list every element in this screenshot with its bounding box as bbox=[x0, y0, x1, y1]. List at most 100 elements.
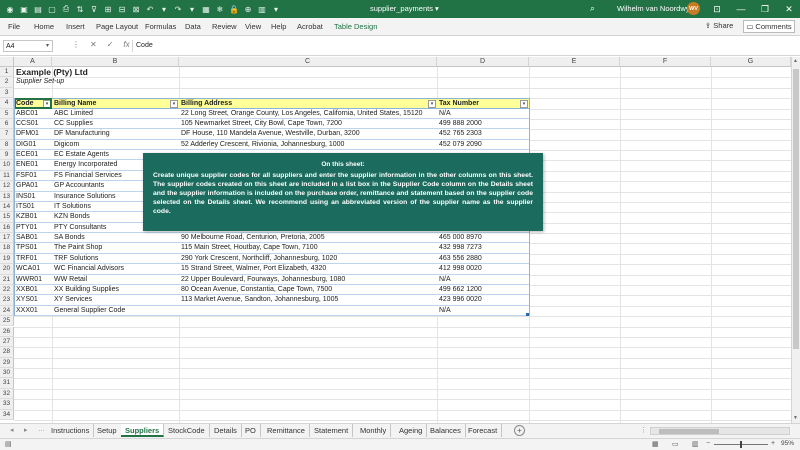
table-cell[interactable]: ITS01 bbox=[14, 201, 52, 213]
scroll-up-icon[interactable]: ▲ bbox=[793, 58, 798, 64]
tab-help[interactable]: Help bbox=[271, 22, 286, 31]
zoom-in-icon[interactable]: + bbox=[771, 440, 775, 447]
sheet-tab[interactable]: Suppliers bbox=[121, 424, 165, 437]
row-header[interactable]: 16 bbox=[0, 222, 14, 234]
restore-icon[interactable]: ❐ bbox=[758, 2, 772, 16]
sheet-subtitle[interactable]: Supplier Set-up bbox=[14, 77, 437, 87]
row-header[interactable]: 2 bbox=[0, 77, 14, 88]
table-cell[interactable]: The Paint Shop bbox=[52, 243, 179, 254]
sheet-tab[interactable]: Forecast bbox=[464, 424, 503, 437]
zoom-level[interactable]: 95% bbox=[781, 440, 794, 447]
sheet-tab[interactable]: Statement bbox=[310, 424, 354, 437]
redo-dropdown-icon[interactable]: ▾ bbox=[186, 3, 198, 15]
table-cell[interactable]: XXX01 bbox=[14, 305, 52, 317]
table-cell[interactable]: 499 888 2000 bbox=[437, 118, 529, 130]
macro-record-icon[interactable]: ▤ bbox=[5, 440, 12, 448]
share-button[interactable]: ⇪ Share bbox=[705, 21, 733, 30]
table-header-cell[interactable]: Billing Address ▾ bbox=[179, 98, 437, 109]
row-header[interactable]: 29 bbox=[0, 357, 14, 368]
row-header[interactable]: 12 bbox=[0, 181, 14, 192]
row-header[interactable]: 30 bbox=[0, 368, 14, 379]
spreadsheet-grid[interactable]: ABCDEFG 1 2 3 4 5 6 7 8 9 10 11 12 13 14 15 16 17 18 19 20 2… bbox=[0, 57, 791, 423]
table-cell[interactable]: KZB01 bbox=[14, 212, 52, 223]
table-header-cell[interactable]: Tax Number ▾ bbox=[437, 98, 529, 109]
close-icon[interactable]: ✕ bbox=[782, 2, 796, 16]
table-cell[interactable]: DIG01 bbox=[14, 139, 52, 151]
row-header[interactable]: 26 bbox=[0, 326, 14, 337]
row-header[interactable]: 4 bbox=[0, 98, 14, 109]
column-header[interactable]: D bbox=[437, 57, 529, 67]
table-cell[interactable]: FSF01 bbox=[14, 170, 52, 182]
row-header[interactable]: 6 bbox=[0, 118, 14, 130]
undo-icon[interactable]: ↶ bbox=[144, 3, 156, 15]
tab-file[interactable]: File bbox=[8, 22, 20, 31]
row-header[interactable]: 31 bbox=[0, 378, 14, 389]
row-header[interactable]: 24 bbox=[0, 305, 14, 317]
table-cell[interactable]: WCA01 bbox=[14, 264, 52, 275]
horizontal-scroll-thumb[interactable] bbox=[659, 429, 719, 434]
sheet-tab[interactable]: Remittance bbox=[263, 424, 310, 437]
format-icon[interactable]: ⊞ bbox=[102, 3, 114, 15]
table-cell[interactable]: TRF Solutions bbox=[52, 253, 179, 265]
save-icon[interactable]: ▣ bbox=[18, 3, 30, 15]
table-cell[interactable]: 423 996 0020 bbox=[437, 295, 529, 306]
table-cell[interactable]: WWR01 bbox=[14, 274, 52, 285]
avatar[interactable]: WV bbox=[687, 2, 700, 15]
table-cell[interactable]: CCS01 bbox=[14, 118, 52, 130]
add-sheet-button[interactable]: + bbox=[514, 425, 525, 436]
table-cell[interactable]: ECE01 bbox=[14, 150, 52, 161]
freeze-icon[interactable]: ❄ bbox=[214, 3, 226, 15]
table-cell[interactable]: XX Building Supplies bbox=[52, 284, 179, 296]
table-cell[interactable]: 499 662 1200 bbox=[437, 284, 529, 296]
table-cell[interactable] bbox=[179, 305, 437, 317]
table-cell[interactable]: 90 Melbourne Road, Centurion, Pretoria, … bbox=[179, 233, 437, 244]
file-name[interactable]: supplier_payments ▾ bbox=[370, 4, 439, 13]
sheet-tab[interactable]: Ageing bbox=[395, 424, 428, 437]
table-cell[interactable]: 463 556 2880 bbox=[437, 253, 529, 265]
tab-table-design[interactable]: Table Design bbox=[334, 22, 377, 31]
filter-dropdown-icon[interactable]: ▾ bbox=[520, 100, 528, 108]
tab-formulas[interactable]: Formulas bbox=[145, 22, 176, 31]
row-header[interactable]: 25 bbox=[0, 316, 14, 327]
table-cell[interactable]: CC Supplies bbox=[52, 118, 179, 130]
tab-review[interactable]: Review bbox=[212, 22, 237, 31]
sheet-tab[interactable]: Monthly bbox=[356, 424, 392, 437]
table-cell[interactable]: SAB01 bbox=[14, 233, 52, 244]
search-icon[interactable]: ⌕ bbox=[590, 3, 595, 14]
row-header[interactable]: 22 bbox=[0, 284, 14, 296]
filter-icon[interactable]: ⊽ bbox=[88, 3, 100, 15]
redo-icon[interactable]: ↷ bbox=[172, 3, 184, 15]
table-cell[interactable]: 452 765 2303 bbox=[437, 129, 529, 140]
tab-view[interactable]: View bbox=[245, 22, 261, 31]
row-header[interactable]: 7 bbox=[0, 129, 14, 140]
table-cell[interactable]: N/A bbox=[437, 305, 529, 317]
table-cell[interactable]: ABC01 bbox=[14, 108, 52, 119]
table-cell[interactable]: SA Bonds bbox=[52, 233, 179, 244]
table-header-cell[interactable]: Billing Name ▾ bbox=[52, 98, 179, 109]
next-sheet-icon[interactable]: ▸ bbox=[24, 426, 28, 434]
table-cell[interactable]: 105 Newmarket Street, City Bowl, Cape To… bbox=[179, 118, 437, 130]
table-cell[interactable]: PTY01 bbox=[14, 222, 52, 234]
sheet-tab[interactable]: Details bbox=[210, 424, 242, 437]
print-icon[interactable]: ⎙ bbox=[60, 3, 72, 15]
user-name[interactable]: Wilhelm van Noordwyk bbox=[617, 4, 693, 13]
page-break-view-icon[interactable]: ▥ bbox=[692, 440, 699, 448]
column-header[interactable]: E bbox=[529, 57, 620, 67]
row-header[interactable]: 21 bbox=[0, 274, 14, 285]
new-icon[interactable]: ▢ bbox=[46, 3, 58, 15]
zoom-out-icon[interactable]: − bbox=[706, 440, 710, 447]
row-header[interactable]: 17 bbox=[0, 233, 14, 244]
table-cell[interactable]: 115 Main Street, Houtbay, Cape Town, 710… bbox=[179, 243, 437, 254]
table-cell[interactable]: DFM01 bbox=[14, 129, 52, 140]
row-header[interactable]: 9 bbox=[0, 150, 14, 161]
table-cell[interactable]: 290 York Crescent, Northcliff, Johannesb… bbox=[179, 253, 437, 265]
table-cell[interactable]: INS01 bbox=[14, 191, 52, 202]
tab-home[interactable]: Home bbox=[34, 22, 54, 31]
row-header[interactable]: 13 bbox=[0, 191, 14, 202]
column-header[interactable]: F bbox=[620, 57, 711, 67]
zoom-icon[interactable]: ⊕ bbox=[242, 3, 254, 15]
filter-dropdown-icon[interactable]: ▾ bbox=[43, 100, 51, 108]
table-cell[interactable]: GPA01 bbox=[14, 181, 52, 192]
table-cell[interactable]: WW Retail bbox=[52, 274, 179, 285]
row-header[interactable]: 33 bbox=[0, 399, 14, 410]
